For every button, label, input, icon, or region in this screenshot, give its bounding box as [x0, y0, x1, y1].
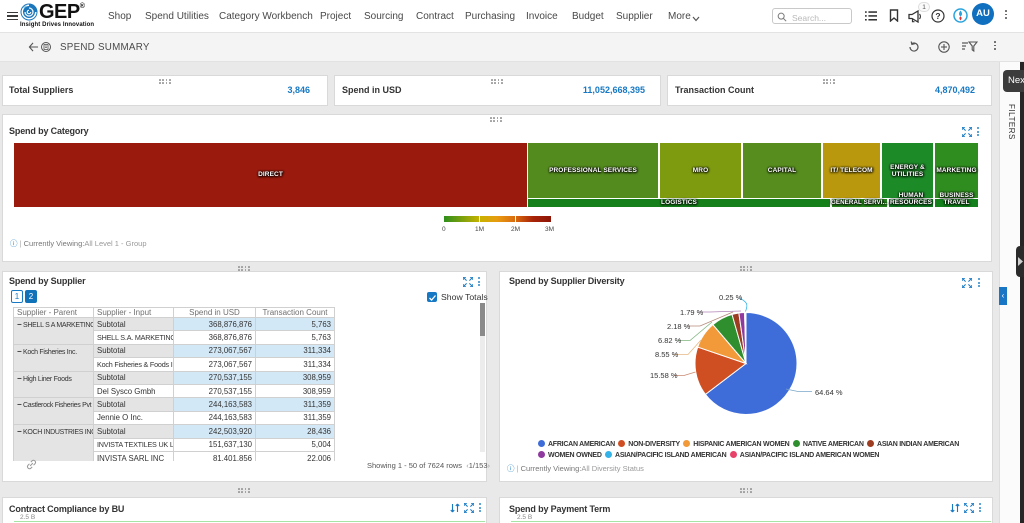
svg-text:?: ?: [935, 11, 940, 21]
